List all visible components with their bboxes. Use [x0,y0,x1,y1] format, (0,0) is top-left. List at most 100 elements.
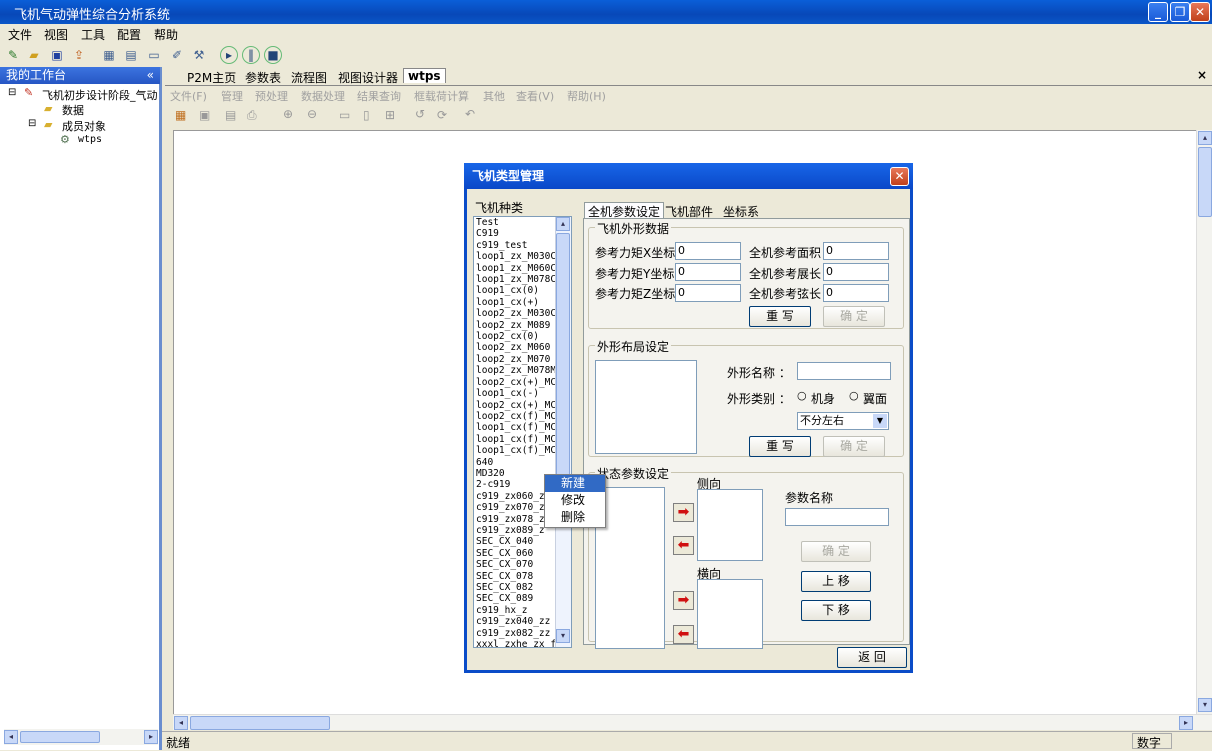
scroll-thumb[interactable] [190,716,330,730]
doc-menu-manage[interactable]: 管理 [221,88,243,104]
scroll-down-icon[interactable]: ▾ [556,629,570,643]
tree-collapse-icon[interactable]: ⊟ [8,87,16,98]
radio-wing-label[interactable]: 翼面 [863,390,887,407]
arrow-right-icon[interactable]: ➡ [673,503,694,522]
move-up-button[interactable]: 上 移 [801,571,871,592]
param-name-input[interactable] [785,508,889,526]
ref-area-input[interactable]: 0 [823,242,889,260]
menu-config[interactable]: 配置 [117,26,141,43]
doc-menu-file[interactable]: 文件(F) [170,88,207,104]
fit-width-icon[interactable]: ▭ [339,108,350,122]
doc-icon[interactable]: ▤ [225,108,236,122]
scroll-up-icon[interactable]: ▴ [556,217,570,231]
doc-menu-view[interactable]: 查看(V) [516,88,554,104]
tree-item-members[interactable]: 成员对象 [62,118,106,134]
tool-icon[interactable]: ⚒ [190,46,208,64]
scroll-thumb[interactable] [20,731,100,743]
fit-all-icon[interactable]: ⊞ [385,108,395,122]
scroll-left-icon[interactable]: ◂ [174,716,188,730]
confirm-button[interactable]: 确 定 [823,306,885,327]
close-tab-icon[interactable]: × [1197,68,1207,82]
tab-param-table[interactable]: 参数表 [245,69,281,86]
restore-button[interactable]: ❐ [1170,2,1190,22]
fit-height-icon[interactable]: ▯ [363,108,370,122]
ref-chord-input[interactable]: 0 [823,284,889,302]
move-down-button[interactable]: 下 移 [801,600,871,621]
collapse-icon[interactable]: « [147,67,154,84]
zoom-in-icon[interactable]: ⊕ [283,107,293,121]
tree-item-root[interactable]: 飞机初步设计阶段_气动 [42,87,158,103]
tab-wtps[interactable]: wtps [403,68,446,83]
sidebar-hscroll[interactable]: ◂ ▸ [4,729,158,745]
tab-p2m-home[interactable]: P2M主页 [187,69,236,86]
undo-icon[interactable]: ↶ [465,107,475,121]
menu-item-new[interactable]: 新建 [545,475,605,492]
menu-tools[interactable]: 工具 [81,26,105,43]
tab-flowchart[interactable]: 流程图 [291,69,327,86]
stop-icon[interactable]: ■ [264,46,282,64]
radio-icon[interactable]: ○ [797,389,807,402]
doc-menu-dataproc[interactable]: 数据处理 [301,88,345,104]
menu-help[interactable]: 帮助 [154,26,178,43]
menu-view[interactable]: 视图 [44,26,68,43]
aircraft-list-scrollbar[interactable]: ▴ ▾ [555,217,571,647]
close-button[interactable]: ✕ [1190,2,1210,22]
scroll-left-icon[interactable]: ◂ [4,730,18,744]
ref-moment-y-input[interactable]: 0 [675,263,741,281]
reload-icon[interactable]: ⟳ [437,108,447,122]
scroll-right-icon[interactable]: ▸ [1179,716,1193,730]
open-folder-icon[interactable]: ▰ [25,46,43,64]
ref-moment-z-input[interactable]: 0 [675,284,741,302]
layout-list[interactable] [595,360,697,454]
chart-icon[interactable]: ▤ [122,46,140,64]
zoom-out-icon[interactable]: ⊖ [307,107,317,121]
tree-item-data[interactable]: 数据 [62,102,84,118]
rewrite-button[interactable]: 重 写 [749,306,811,327]
refresh-icon[interactable]: ↺ [415,107,425,121]
doc-menu-results[interactable]: 结果查询 [357,88,401,104]
tree-collapse-icon[interactable]: ⊟ [28,118,36,129]
ref-moment-x-input[interactable]: 0 [675,242,741,260]
longitudinal-list[interactable] [697,579,763,649]
ref-span-input[interactable]: 0 [823,263,889,281]
lateral-list[interactable] [697,489,763,561]
play-icon[interactable]: ▸ [220,46,238,64]
menu-file[interactable]: 文件 [8,26,32,43]
pause-icon[interactable]: ‖ [242,46,260,64]
layout-confirm-button[interactable]: 确 定 [823,436,885,457]
dialog-close-button[interactable]: ✕ [890,167,909,186]
layout-name-input[interactable] [797,362,891,380]
scroll-right-icon[interactable]: ▸ [144,730,158,744]
doc-menu-loads[interactable]: 框载荷计算 [414,88,469,104]
radio-icon[interactable]: ○ [849,389,859,402]
side-select[interactable]: 不分左右 ▼ [797,412,889,430]
menu-item-delete[interactable]: 删除 [545,509,605,526]
menu-item-edit[interactable]: 修改 [545,492,605,509]
doc-menu-preprocess[interactable]: 预处理 [255,88,288,104]
export-icon[interactable]: ⇪ [70,46,88,64]
radio-fuselage-label[interactable]: 机身 [811,390,835,407]
minimize-button[interactable]: _ [1148,2,1168,22]
tab-view-designer[interactable]: 视图设计器 [338,69,398,86]
scroll-down-icon[interactable]: ▾ [1198,698,1212,712]
save-icon[interactable]: ▣ [199,108,210,122]
window-icon[interactable]: ▭ [145,46,163,64]
table-icon[interactable]: ▦ [100,46,118,64]
scroll-up-icon[interactable]: ▴ [1198,131,1212,145]
canvas-hscroll[interactable]: ◂ ▸ [173,714,1212,730]
arrow-left-icon[interactable]: ⬅ [673,536,694,555]
arrow-right-icon[interactable]: ➡ [673,591,694,610]
edit-icon[interactable]: ✐ [168,46,186,64]
param-confirm-button[interactable]: 确 定 [801,541,871,562]
scroll-thumb[interactable] [1198,147,1212,217]
db-icon[interactable]: ▦ [175,108,186,122]
layout-rewrite-button[interactable]: 重 写 [749,436,811,457]
doc-menu-other[interactable]: 其他 [483,88,505,104]
return-button[interactable]: 返 回 [837,647,907,668]
chevron-down-icon[interactable]: ▼ [873,414,887,428]
doc-menu-help[interactable]: 帮助(H) [567,88,606,104]
print-icon[interactable]: ⎙ [247,108,257,123]
canvas-vscroll[interactable]: ▴ ▾ [1196,130,1212,715]
arrow-left-icon[interactable]: ⬅ [673,625,694,644]
new-project-icon[interactable]: ✎ [4,46,22,64]
